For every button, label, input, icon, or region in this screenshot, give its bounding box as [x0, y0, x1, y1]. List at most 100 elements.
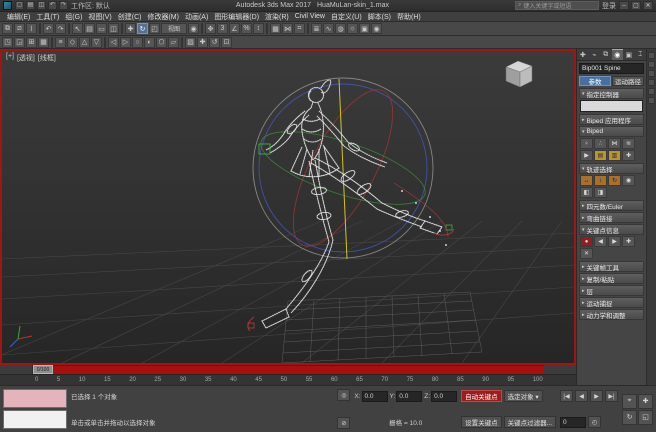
menu-item[interactable]: 组(G)	[62, 12, 85, 22]
panel-strip-icon[interactable]	[648, 88, 655, 95]
render-production-icon[interactable]: ◉	[371, 23, 382, 34]
menu-item[interactable]: Civil View	[292, 13, 328, 20]
menu-item[interactable]: 创建(C)	[115, 12, 145, 22]
move-all-mode-icon[interactable]: ✚	[622, 150, 635, 161]
set-key-button[interactable]: 设置关键点	[461, 416, 502, 428]
percent-snap-icon[interactable]: %	[241, 23, 252, 34]
toolbar-icon[interactable]: ▷	[120, 37, 131, 48]
new-scene-icon[interactable]: ▢	[15, 1, 24, 10]
select-and-manipulate-icon[interactable]: ✥	[205, 23, 216, 34]
panel-strip-icon[interactable]	[648, 97, 655, 104]
parameters-button[interactable]: 参数	[579, 76, 611, 86]
current-frame-field[interactable]: 0	[560, 417, 586, 428]
add-key-icon[interactable]: ✚	[622, 236, 635, 247]
menu-item[interactable]: 脚本(S)	[365, 12, 394, 22]
toolbar-icon[interactable]: ◳	[2, 37, 13, 48]
body-rotation-icon[interactable]: ↻	[608, 175, 621, 186]
toolbar-icon[interactable]: ✚	[197, 37, 208, 48]
material-editor-icon[interactable]: ◍	[335, 23, 346, 34]
select-and-move-icon[interactable]: ✚	[125, 23, 136, 34]
viewcube[interactable]	[506, 61, 532, 87]
rollout-key-info[interactable]: ▾ 关键点信息	[579, 224, 644, 235]
rollout-biped[interactable]: ▾ Biped	[579, 126, 644, 137]
align-icon[interactable]: ⌗	[294, 23, 305, 34]
toolbar-icon[interactable]: ◇	[67, 37, 78, 48]
toolbar-icon[interactable]: △	[79, 37, 90, 48]
object-name-field[interactable]: Bip001 Spine	[579, 63, 644, 74]
motion-paths-button[interactable]: 运动路径	[612, 76, 644, 86]
biped-playback-icon[interactable]: ▶	[580, 150, 593, 161]
rollout-track-selection[interactable]: ▾ 轨迹选择	[579, 163, 644, 174]
sign-in-button[interactable]: 登录	[602, 1, 616, 11]
select-and-rotate-icon[interactable]: ↻	[137, 23, 148, 34]
track-bar-keys[interactable]	[53, 365, 544, 374]
tab-motion[interactable]: ◉	[612, 49, 624, 60]
go-to-end-button[interactable]: ▶|	[605, 390, 618, 402]
body-horizontal-icon[interactable]: ↔	[580, 175, 593, 186]
orbit-icon[interactable]: ↻	[622, 410, 637, 425]
select-and-link-icon[interactable]: ⧉	[2, 23, 13, 34]
bind-to-space-warp-icon[interactable]: ⌇	[26, 23, 37, 34]
rollout-keyframing-tools[interactable]: ▸ 关键帧工具	[579, 261, 644, 272]
spinner-snap-icon[interactable]: ↕	[253, 23, 264, 34]
coordinate-field[interactable]: 0.0	[396, 391, 422, 402]
redo-icon[interactable]: ↷	[55, 23, 66, 34]
key-filters-button[interactable]: 关键点过滤器...	[504, 416, 556, 428]
use-pivot-point-icon[interactable]: ◉	[188, 23, 199, 34]
pan-icon[interactable]: ✚	[638, 394, 653, 409]
previous-frame-button[interactable]: ◀	[575, 390, 588, 402]
panel-strip-icon[interactable]	[648, 61, 655, 68]
rollout-assign-controller[interactable]: ▾ 指定控制器	[579, 88, 644, 99]
tab-hierarchy[interactable]: ⧉	[600, 49, 612, 60]
coordinate-field[interactable]: 0.0	[431, 391, 457, 402]
close-button[interactable]: ✕	[643, 1, 653, 10]
lock-com-keying-icon[interactable]: ◉	[622, 175, 635, 186]
menu-item[interactable]: 帮助(H)	[394, 12, 424, 22]
unlink-selection-icon[interactable]: ⧄	[14, 23, 25, 34]
toolbar-icon[interactable]: ◲	[14, 37, 25, 48]
menu-item[interactable]: 编辑(E)	[4, 12, 33, 22]
mixer-mode-icon[interactable]: ≋	[622, 138, 635, 149]
rollout-quaternion-euler[interactable]: ▸ 四元数/Euler	[579, 200, 644, 211]
tab-utilities[interactable]: ⌶	[635, 49, 647, 60]
tab-create[interactable]: ✚	[577, 49, 589, 60]
tab-modify[interactable]: ⌁	[589, 49, 601, 60]
undo-icon[interactable]: ↶	[43, 23, 54, 34]
angle-snap-icon[interactable]: ∠	[229, 23, 240, 34]
selection-lock-icon[interactable]: ⊘	[337, 417, 350, 429]
panel-strip-icon[interactable]	[648, 52, 655, 59]
tab-display[interactable]: ▣	[623, 49, 635, 60]
rollout-dynamics-adaptation[interactable]: ▸ 动力学和调整	[579, 309, 644, 320]
time-configuration-icon[interactable]: ◴	[588, 416, 601, 428]
menu-item[interactable]: 图形编辑器(D)	[211, 12, 262, 22]
toolbar-icon[interactable]: ↺	[209, 37, 220, 48]
viewport-shading-label[interactable]: [线框]	[38, 53, 56, 63]
isolate-selection-icon[interactable]: ◎	[337, 389, 350, 401]
reference-coordinate-dropdown[interactable]: 视图	[161, 23, 187, 34]
play-animation-button[interactable]: ▶	[590, 390, 603, 402]
save-file-icon[interactable]: ▥	[608, 150, 621, 161]
max-logo-icon[interactable]	[3, 1, 12, 10]
motion-flow-mode-icon[interactable]: ⋈	[608, 138, 621, 149]
window-crossing-icon[interactable]: ◫	[108, 23, 119, 34]
rollout-motion-capture[interactable]: ▸ 运动捕捉	[579, 297, 644, 308]
redo-icon[interactable]: ↷	[59, 1, 68, 10]
select-object-icon[interactable]: ↖	[72, 23, 83, 34]
select-by-name-icon[interactable]: ▤	[84, 23, 95, 34]
undo-icon[interactable]: ↶	[48, 1, 57, 10]
menu-item[interactable]: 视图(V)	[85, 12, 114, 22]
toolbar-icon[interactable]: ◐	[144, 37, 155, 48]
next-key-icon[interactable]: ▶	[608, 236, 621, 247]
menu-item[interactable]: 自定义(U)	[328, 12, 365, 22]
maximize-button[interactable]: ▢	[631, 1, 641, 10]
zoom-icon[interactable]: ⌖	[622, 394, 637, 409]
maximize-viewport-toggle-icon[interactable]: ◱	[638, 410, 653, 425]
frame-ruler[interactable]: 0510152025303540455055606570758085909510…	[0, 374, 576, 385]
viewport-menu-plus[interactable]: [+]	[6, 53, 14, 63]
time-slider-handle[interactable]: 0/100	[33, 365, 53, 374]
rollout-bend-links[interactable]: ▸ 弯曲链接	[579, 212, 644, 223]
opposite-tracks-icon[interactable]: ◨	[594, 187, 607, 198]
graph-editors-icon[interactable]: ∿	[323, 23, 334, 34]
toolbar-icon[interactable]: ▽	[91, 37, 102, 48]
toolbar-icon[interactable]: ▱	[168, 37, 179, 48]
